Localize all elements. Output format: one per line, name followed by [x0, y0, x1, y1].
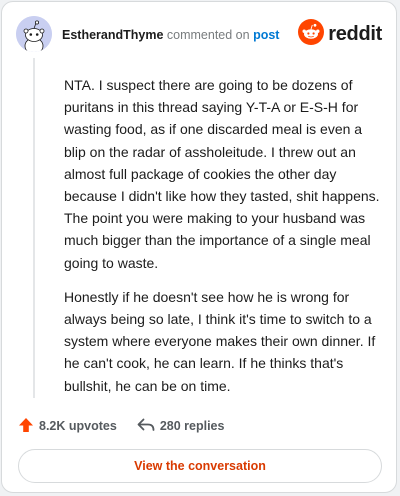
thread-line	[33, 58, 35, 398]
comment-meta: EstherandThyme commented on post	[62, 28, 279, 42]
upvote-arrow-icon	[18, 417, 39, 436]
action-text: commented on	[166, 28, 250, 42]
comment-paragraph: NTA. I suspect there are going to be doz…	[64, 77, 380, 271]
embedded-comment-card: EstherandThyme commented on post reddit	[1, 1, 397, 493]
upvote-count: 8.2K upvotes	[39, 419, 117, 433]
reddit-wordmark: reddit	[328, 22, 382, 45]
comment-body: NTA. I suspect there are going to be doz…	[64, 74, 382, 409]
comment-header: EstherandThyme commented on post reddit	[16, 16, 382, 56]
upvote-button[interactable]: 8.2K upvotes	[18, 417, 117, 436]
reply-count: 280 replies	[159, 419, 225, 433]
reddit-logo[interactable]: reddit	[298, 18, 382, 50]
view-conversation-button[interactable]: View the conversation	[18, 449, 382, 483]
post-link[interactable]: post	[253, 28, 279, 42]
reddit-logo-icon	[298, 18, 325, 50]
username-link[interactable]: EstherandThyme	[62, 28, 163, 42]
comment-actions: 8.2K upvotes 280 replies	[18, 416, 224, 436]
comment-paragraph: Honestly if he doesn't see how he is wro…	[64, 288, 376, 394]
snoo-avatar-icon[interactable]	[16, 16, 52, 52]
reply-arrow-icon	[137, 418, 160, 435]
reply-button[interactable]: 280 replies	[137, 418, 225, 435]
